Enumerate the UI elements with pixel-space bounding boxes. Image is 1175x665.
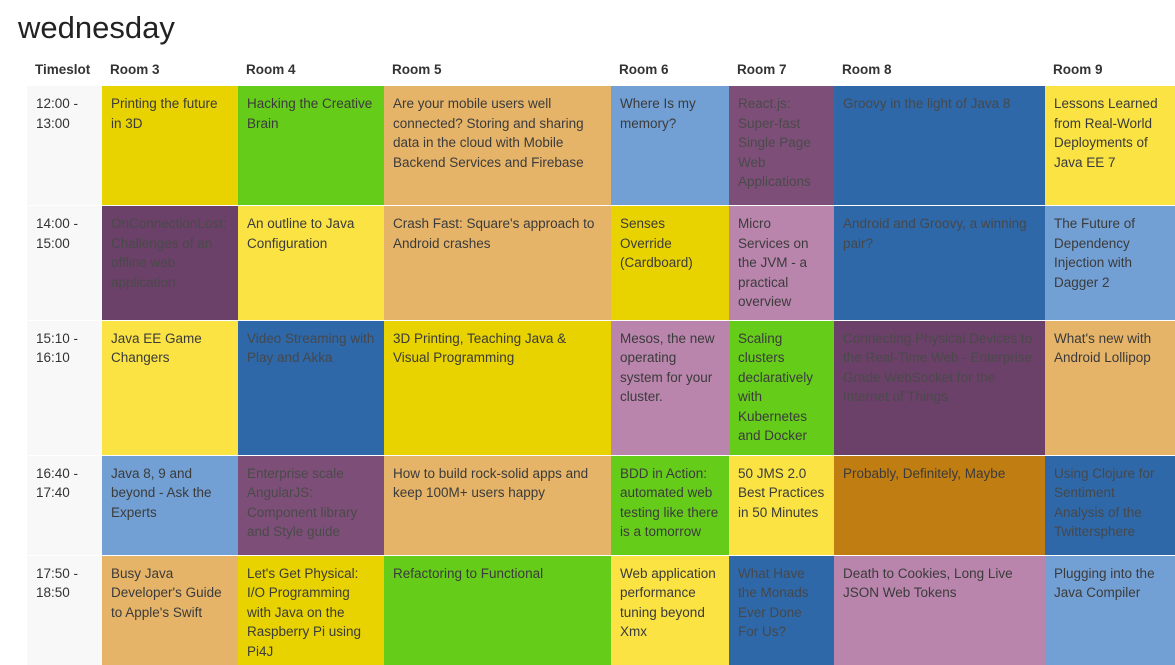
session-cell[interactable]: Mesos, the new operating system for your…	[611, 319, 729, 456]
session-title: Android and Groovy, a winning pair?	[843, 216, 1027, 251]
column-header-timeslot: Timeslot	[27, 58, 102, 86]
session-title: 3D Printing, Teaching Java & Visual Prog…	[393, 330, 567, 366]
session-title: What's new with Android Lollipop	[1054, 330, 1152, 366]
header-row: Timeslot Room 3 Room 4 Room 5 Room 6 Roo…	[27, 58, 1175, 86]
session-title: Busy Java Developer's Guide to Apple's S…	[111, 565, 222, 620]
session-title: Plugging into the Java Compiler	[1054, 565, 1155, 601]
session-title: Java 8, 9 and beyond - Ask the Experts	[111, 465, 212, 520]
session-cell[interactable]: Android and Groovy, a winning pair?	[834, 205, 1045, 321]
session-cell[interactable]: Hacking the Creative Brain	[238, 85, 384, 206]
session-title: Mesos, the new operating system for your…	[620, 330, 715, 405]
session-cell[interactable]: BDD in Action: automated web testing lik…	[611, 454, 729, 556]
session-cell[interactable]: Refactoring to Functional	[384, 554, 611, 665]
session-cell[interactable]: Printing the future in 3D	[102, 85, 238, 206]
session-title: Refactoring to Functional	[393, 565, 544, 581]
session-cell[interactable]: React.js: Super-fast Single Page Web App…	[729, 85, 834, 206]
timeslot-cell: 17:50 - 18:50	[27, 554, 102, 665]
session-title: Scaling clusters declaratively with Kube…	[738, 330, 814, 444]
session-cell[interactable]: An outline to Java Configuration	[238, 205, 384, 321]
session-title: Java EE Game Changers	[111, 330, 202, 366]
session-title: Where Is my memory?	[620, 96, 696, 131]
column-header-room-4: Room 4	[238, 58, 384, 86]
session-title: Video Streaming with Play and Akka	[247, 330, 375, 366]
schedule-table: Timeslot Room 3 Room 4 Room 5 Room 6 Roo…	[27, 58, 1175, 665]
session-title: An outline to Java Configuration	[247, 216, 355, 251]
session-cell[interactable]: Busy Java Developer's Guide to Apple's S…	[102, 554, 238, 665]
column-header-room-3: Room 3	[102, 58, 238, 86]
session-title: Probably, Definitely, Maybe	[843, 465, 1006, 481]
session-cell[interactable]: Crash Fast: Square's approach to Android…	[384, 205, 611, 321]
session-cell[interactable]: What Have the Monads Ever Done For Us?	[729, 554, 834, 665]
timeslot-cell: 16:40 - 17:40	[27, 454, 102, 556]
session-cell[interactable]: Micro Services on the JVM - a practical …	[729, 205, 834, 321]
session-cell[interactable]: The Future of Dependency Injection with …	[1045, 205, 1175, 321]
session-cell[interactable]: Groovy in the light of Java 8	[834, 85, 1045, 206]
table-row: 16:40 - 17:40 Java 8, 9 and beyond - Ask …	[27, 454, 1175, 556]
session-cell[interactable]: Death to Cookies, Long Live JSON Web Tok…	[834, 554, 1045, 665]
page-title: wednesday	[18, 10, 175, 45]
session-title: The Future of Dependency Injection with …	[1054, 216, 1136, 290]
session-cell[interactable]: Connecting Physical Devices to the Real-…	[834, 319, 1045, 456]
session-cell[interactable]: Probably, Definitely, Maybe	[834, 454, 1045, 556]
table-row: 15:10 - 16:10 Java EE Game Changers Video …	[27, 319, 1175, 456]
table-row: 14:00 - 15:00 OnConnectionLost: Challenge…	[27, 205, 1175, 321]
session-title: BDD in Action: automated web testing lik…	[620, 465, 719, 540]
session-cell[interactable]: Video Streaming with Play and Akka	[238, 319, 384, 456]
session-title: Death to Cookies, Long Live JSON Web Tok…	[843, 565, 1013, 601]
session-title: Web application performance tuning beyon…	[620, 565, 716, 640]
table-row: 12:00 - 13:00 Printing the future in 3D Ha…	[27, 85, 1175, 206]
table-body: 12:00 - 13:00 Printing the future in 3D Ha…	[27, 85, 1175, 665]
session-title: Using Clojure for Sentiment Analysis of …	[1054, 465, 1155, 540]
session-cell[interactable]: Scaling clusters declaratively with Kube…	[729, 319, 834, 456]
session-cell[interactable]: Let's Get Physical: I/O Programming with…	[238, 554, 384, 665]
session-cell[interactable]: Senses Override (Cardboard)	[611, 205, 729, 321]
session-cell[interactable]: Java EE Game Changers	[102, 319, 238, 456]
session-cell[interactable]: Lessons Learned from Real-World Deployme…	[1045, 85, 1175, 206]
session-cell[interactable]: Plugging into the Java Compiler	[1045, 554, 1175, 665]
column-header-room-9: Room 9	[1045, 58, 1175, 86]
session-title: What Have the Monads Ever Done For Us?	[738, 565, 809, 640]
session-title: Connecting Physical Devices to the Real-…	[843, 330, 1033, 405]
column-header-room-8: Room 8	[834, 58, 1045, 86]
session-cell[interactable]: Enterprise scale AngularJS: Component li…	[238, 454, 384, 556]
session-cell[interactable]: Where Is my memory?	[611, 85, 729, 206]
table-row: 17:50 - 18:50 Busy Java Developer's Guide…	[27, 554, 1175, 665]
session-title: OnConnectionLost: Challenges of an offli…	[111, 216, 227, 290]
session-title: Lessons Learned from Real-World Deployme…	[1054, 96, 1158, 170]
session-cell[interactable]: 50 JMS 2.0 Best Practices in 50 Minutes	[729, 454, 834, 556]
session-title: Crash Fast: Square's approach to Android…	[393, 216, 595, 251]
session-title: Micro Services on the JVM - a practical …	[738, 216, 809, 309]
schedule-page: wednesday Timeslot Room 3 Room 4 Room 5 …	[0, 0, 1175, 665]
session-cell[interactable]: Java 8, 9 and beyond - Ask the Experts	[102, 454, 238, 556]
session-title: 50 JMS 2.0 Best Practices in 50 Minutes	[738, 465, 825, 520]
column-header-room-7: Room 7	[729, 58, 834, 86]
session-title: Are your mobile users well connected? St…	[393, 96, 584, 170]
session-cell[interactable]: What's new with Android Lollipop	[1045, 319, 1175, 456]
session-cell[interactable]: Using Clojure for Sentiment Analysis of …	[1045, 454, 1175, 556]
session-title: Hacking the Creative Brain	[247, 96, 373, 131]
session-title: Senses Override (Cardboard)	[620, 216, 693, 270]
session-title: Groovy in the light of Java 8	[843, 96, 1011, 111]
column-header-room-6: Room 6	[611, 58, 729, 86]
column-header-room-5: Room 5	[384, 58, 611, 86]
session-cell[interactable]: 3D Printing, Teaching Java & Visual Prog…	[384, 319, 611, 456]
session-title: Printing the future in 3D	[111, 96, 218, 131]
timeslot-cell: 14:00 - 15:00	[27, 205, 102, 321]
table-header: Timeslot Room 3 Room 4 Room 5 Room 6 Roo…	[27, 58, 1175, 86]
session-cell[interactable]: Are your mobile users well connected? St…	[384, 85, 611, 206]
session-title: Let's Get Physical: I/O Programming with…	[247, 565, 362, 659]
session-title: React.js: Super-fast Single Page Web App…	[738, 96, 811, 189]
session-cell[interactable]: How to build rock-solid apps and keep 10…	[384, 454, 611, 556]
timeslot-cell: 15:10 - 16:10	[27, 319, 102, 456]
session-title: Enterprise scale AngularJS: Component li…	[247, 465, 358, 540]
timeslot-cell: 12:00 - 13:00	[27, 85, 102, 206]
session-cell[interactable]: Web application performance tuning beyon…	[611, 554, 729, 665]
session-cell[interactable]: OnConnectionLost: Challenges of an offli…	[102, 205, 238, 321]
session-title: How to build rock-solid apps and keep 10…	[393, 465, 589, 501]
